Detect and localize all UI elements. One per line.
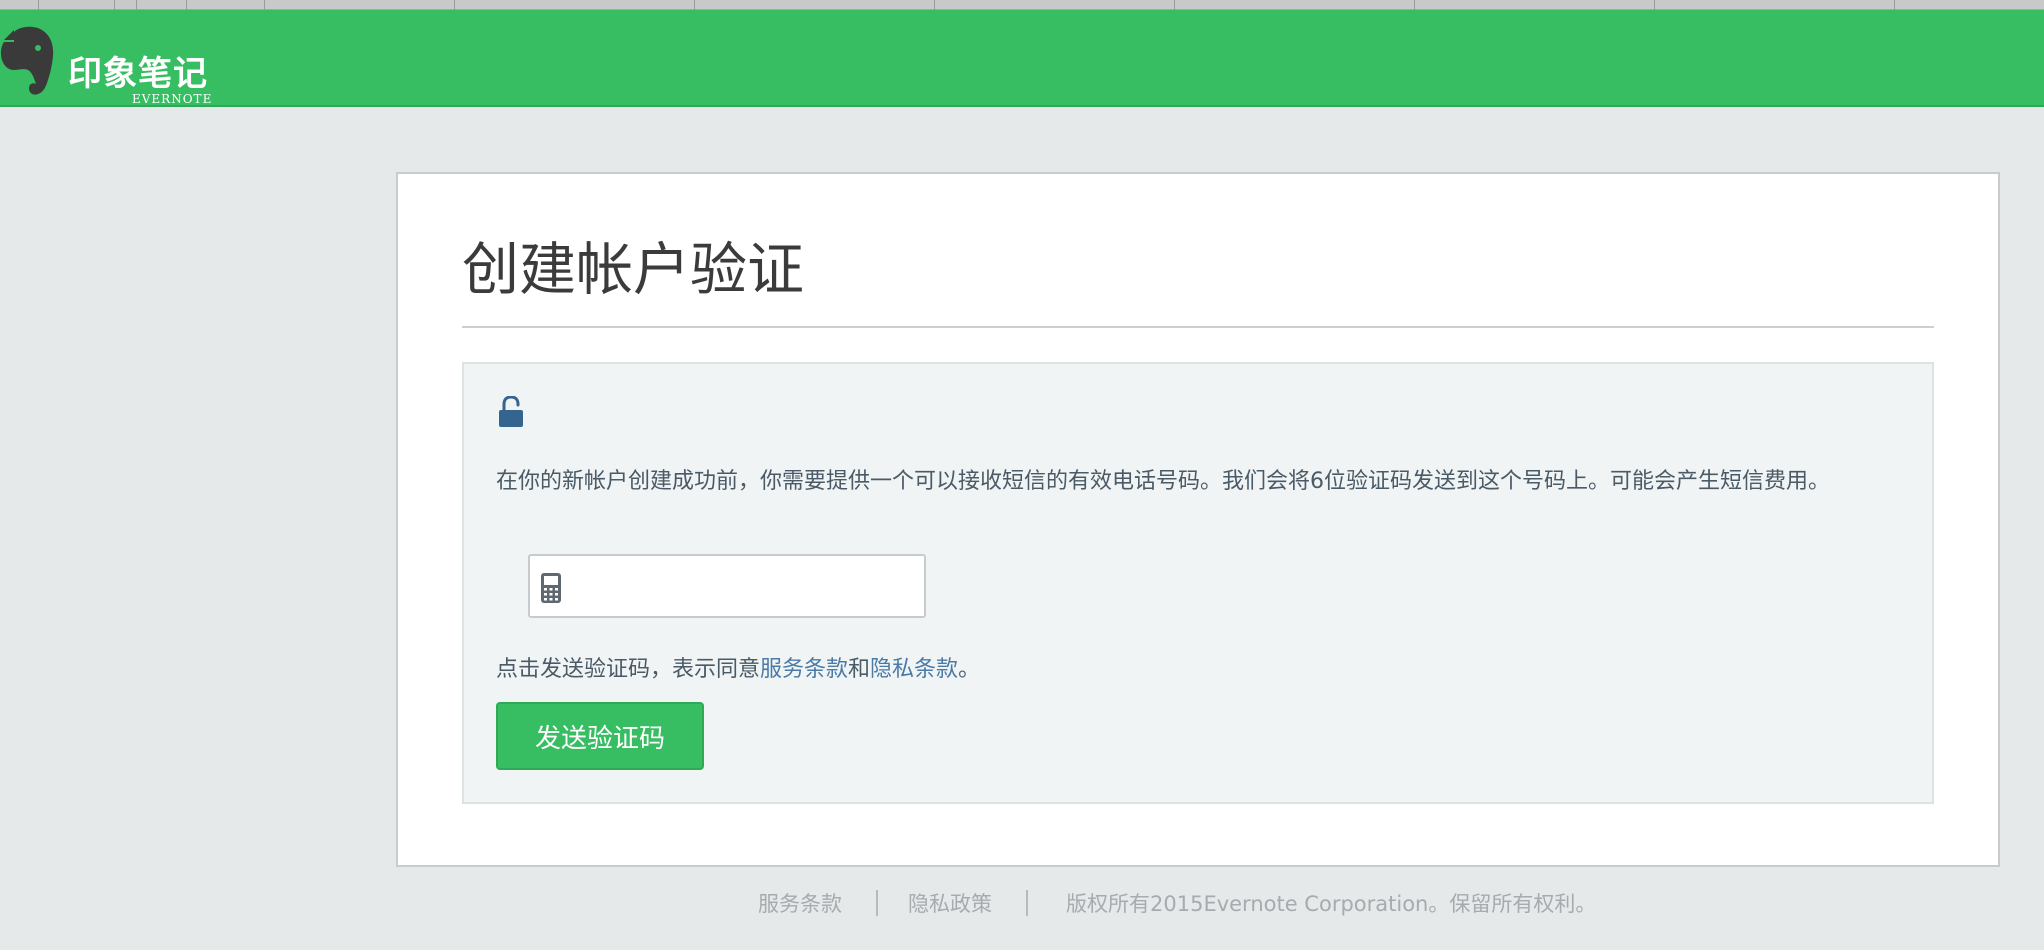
evernote-elephant-icon [0, 26, 54, 95]
footer-privacy-link[interactable]: 隐私政策 [908, 888, 992, 918]
unlock-icon [499, 396, 523, 427]
chrome-separator [934, 0, 935, 10]
agreement-text: 点击发送验证码，表示同意服务条款和隐私条款。 [496, 652, 980, 688]
footer-copyright: 版权所有2015Evernote Corporation。保留所有权利。 [1066, 892, 1597, 916]
verification-card: 创建帐户验证 在你的新帐户创建成功前，你需要提供一个可以接收短信的有效电话号码。… [396, 172, 2000, 867]
terms-of-service-link[interactable]: 服务条款 [760, 657, 848, 682]
chrome-separator [136, 0, 137, 10]
agreement-suffix: 。 [958, 657, 981, 682]
brand-name-cn: 印象笔记 [68, 54, 208, 94]
evernote-logo[interactable]: 印象笔记 EVERNOTE [0, 26, 230, 106]
chrome-separator [454, 0, 455, 10]
chrome-separator [114, 0, 115, 10]
chrome-separator [694, 0, 695, 10]
agreement-prefix: 点击发送验证码，表示同意 [496, 657, 761, 682]
chrome-separator [38, 0, 39, 10]
site-header: 印象笔记 EVERNOTE [0, 10, 2044, 107]
chrome-separator [1174, 0, 1175, 10]
info-text: 在你的新帐户创建成功前，你需要提供一个可以接收短信的有效电话号码。我们会将6位验… [496, 469, 1831, 494]
verification-panel: 在你的新帐户创建成功前，你需要提供一个可以接收短信的有效电话号码。我们会将6位验… [462, 362, 1934, 804]
page-title: 创建帐户验证 [462, 237, 804, 303]
footer-divider [1026, 890, 1028, 916]
footer-divider [876, 890, 878, 916]
brand-name-en: EVERNOTE [132, 92, 213, 106]
site-footer: 服务条款 隐私政策 版权所有2015Evernote Corporation。保… [0, 888, 2044, 920]
chrome-separator [1894, 0, 1895, 10]
phone-number-input[interactable] [572, 564, 912, 608]
privacy-terms-link[interactable]: 隐私条款 [870, 657, 958, 682]
chrome-separator [186, 0, 187, 10]
browser-chrome-strip [0, 0, 2044, 10]
chrome-separator [264, 0, 265, 10]
chrome-separator [1654, 0, 1655, 10]
send-code-button[interactable]: 发送验证码 [496, 702, 704, 770]
phone-number-field[interactable] [528, 554, 926, 618]
mobile-phone-icon [541, 573, 561, 603]
chrome-separator [1414, 0, 1415, 10]
title-divider [462, 326, 1934, 328]
agreement-conjunction: 和 [848, 657, 871, 682]
footer-terms-link[interactable]: 服务条款 [758, 888, 842, 918]
